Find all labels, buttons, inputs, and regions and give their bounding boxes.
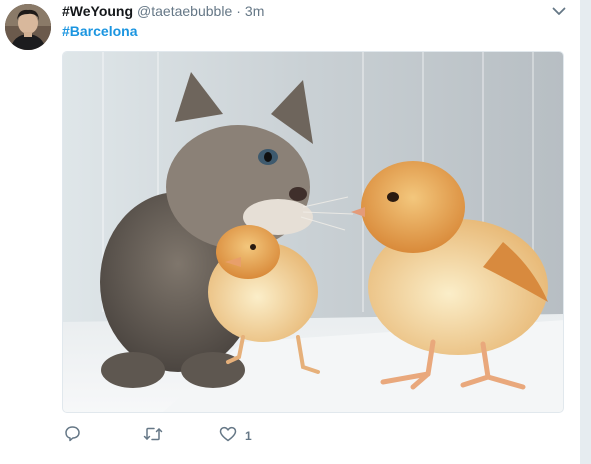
like-button[interactable]: 1 <box>219 426 252 447</box>
reply-button[interactable] <box>64 425 81 447</box>
reply-icon <box>64 425 81 447</box>
like-count: 1 <box>245 429 252 443</box>
avatar[interactable] <box>5 4 51 50</box>
tweet-header: #WeYoung @taetaebubble · 3m <box>62 2 264 20</box>
user-handle[interactable]: @taetaebubble <box>137 2 232 20</box>
display-name[interactable]: #WeYoung <box>62 2 133 20</box>
retweet-button[interactable] <box>143 426 163 447</box>
hashtag-link[interactable]: #Barcelona <box>62 22 137 40</box>
timestamp[interactable]: 3m <box>245 2 264 20</box>
chevron-down-icon[interactable] <box>551 4 567 18</box>
tweet-card[interactable]: #WeYoung @taetaebubble · 3m #Barcelona 1 <box>0 0 580 464</box>
heart-icon <box>219 426 237 447</box>
scrollbar-track[interactable] <box>580 0 591 464</box>
tweet-photo[interactable] <box>62 51 564 413</box>
retweet-icon <box>143 426 163 447</box>
separator-dot: · <box>236 3 241 19</box>
tweet-actions: 1 <box>62 426 252 446</box>
